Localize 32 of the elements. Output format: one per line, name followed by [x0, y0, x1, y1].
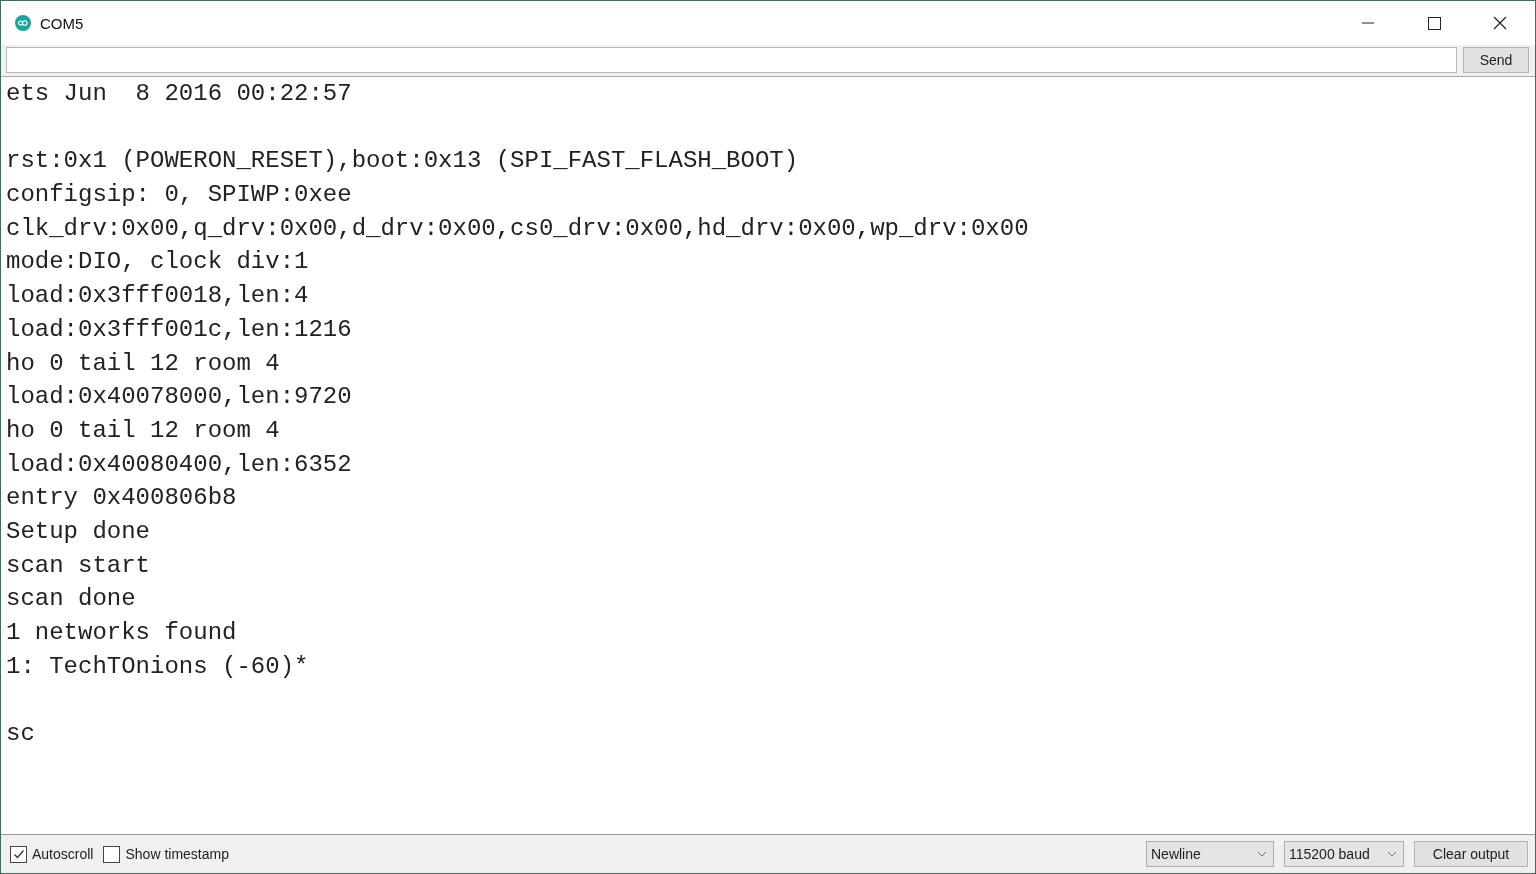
output-line: load:0x40080400,len:6352 — [6, 449, 353, 480]
output-line: configsip: 0, SPIWP:0xee — [6, 180, 353, 211]
output-line: entry 0x400806b8 — [6, 483, 238, 514]
output-line: ets Jun 8 2016 00:22:57 — [6, 79, 353, 109]
output-line: load:0x40078000,len:9720 — [6, 382, 353, 413]
clear-output-button[interactable]: Clear output — [1414, 841, 1528, 867]
output-line: mode:DIO, clock div:1 — [6, 247, 310, 278]
input-field[interactable] — [6, 47, 1457, 73]
output-line: clk_drv:0x00,q_drv:0x00,d_drv:0x00,cs0_drv:0x00,hd_drv:0x00,wp_drv:0x00 — [6, 213, 1030, 244]
check-icon — [11, 847, 26, 861]
send-button[interactable]: Send — [1463, 47, 1529, 73]
output-line: ho 0 tail 12 room 4 — [6, 348, 281, 379]
chevron-down-icon — [1257, 851, 1267, 857]
checkbox[interactable] — [103, 845, 121, 863]
output-line: 1 networks found — [6, 618, 238, 648]
line-ending-dropdown[interactable]: Newline — [1146, 841, 1274, 867]
output-line: Setup done — [6, 516, 152, 547]
output-line: load:0x3fff0018,len:4 — [6, 281, 310, 312]
window-title: COM5 — [40, 14, 84, 32]
checkbox-label[interactable]: Autoscroll — [32, 846, 94, 862]
output-line: 1: TechTOnions (-60)* — [6, 651, 310, 682]
output-line: ho 0 tail 12 room 4 — [6, 415, 281, 446]
app-icon — [15, 15, 31, 31]
baud-rate-dropdown[interactable]: 115200 baud — [1284, 841, 1404, 867]
chevron-down-icon — [1387, 851, 1397, 857]
checkbox-label[interactable]: Show timestamp — [125, 846, 229, 862]
output-line: sc — [6, 719, 36, 750]
checkbox[interactable] — [10, 845, 27, 863]
output-line: rst:0x1 (POWERON_RESET),boot:0x13 (SPI_FAST_FLASH_BOOT) — [6, 146, 800, 177]
output-line: scan done — [6, 584, 137, 615]
output-line: scan start — [6, 550, 152, 581]
output-line: load:0x3fff001c,len:1216 — [6, 314, 353, 345]
